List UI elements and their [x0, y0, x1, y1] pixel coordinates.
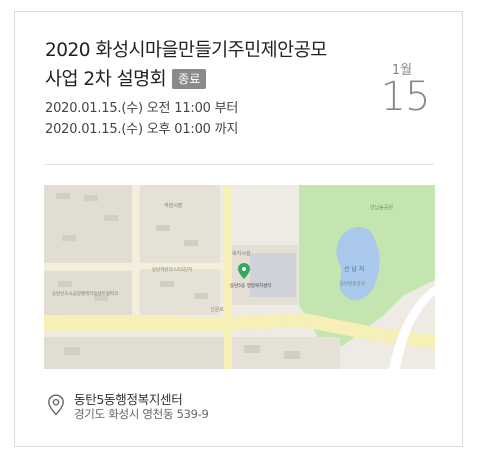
event-card: 2020 화성시마을만들기주민제안공모 사업 2차 설명회 종료 2020.01.…: [14, 11, 463, 447]
map-label-lake: 선 납 지: [344, 265, 364, 273]
map-canvas[interactable]: 석원시장 동탄신도시금강펜테리움센트럴파크 동탄역린더스트5단지 복지시설 선납…: [44, 185, 435, 369]
map-label-apt-left: 동탄신도시금강펜테리움센트럴파크: [52, 290, 118, 297]
status-badge: 종료: [172, 69, 207, 89]
event-title: 2020 화성시마을만들기주민제안공모 사업 2차 설명회 종료: [45, 36, 345, 94]
location-map[interactable]: 석원시장 동탄신도시금강펜테리움센트럴파크 동탄역린더스트5단지 복지시설 선납…: [44, 185, 435, 369]
map-label-road: 신원로: [210, 306, 224, 313]
map-label-apt-mid: 동탄역린더스트5단지: [152, 266, 192, 273]
map-label-school: 석원시장: [164, 202, 183, 209]
map-label-park: 선납숲공원: [370, 204, 393, 211]
map-marker-label: 동탄5동 행정복지센터: [230, 282, 272, 289]
map-label-welfare: 복지시설: [232, 250, 251, 257]
map-label-lake-sub: 동탄반송공원: [340, 280, 365, 287]
location-address: 경기도 화성시 영천동 539-9: [74, 407, 209, 421]
event-times: 2020.01.15.(수) 오전 11:00 부터 2020.01.15.(수…: [45, 98, 238, 140]
date-day: 15: [380, 74, 431, 120]
location-pin-icon: [48, 394, 64, 416]
divider: [45, 164, 434, 165]
start-time: 2020.01.15.(수) 오전 11:00 부터: [45, 101, 239, 116]
end-time: 2020.01.15.(수) 오후 01:00 까지: [45, 122, 239, 137]
